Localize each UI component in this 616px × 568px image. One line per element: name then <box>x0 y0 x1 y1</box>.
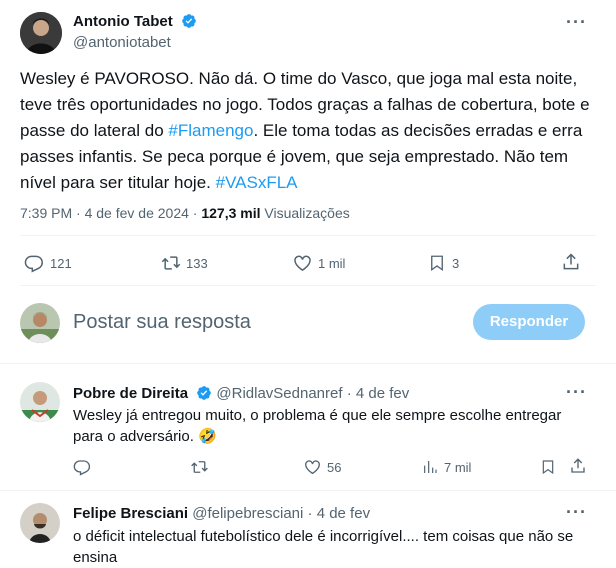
reply-icon[interactable] <box>24 253 44 273</box>
reply-avatar[interactable] <box>20 382 60 422</box>
like-icon[interactable] <box>292 253 313 273</box>
reply-button[interactable]: Responder <box>473 304 585 340</box>
retweet-icon[interactable] <box>190 458 209 476</box>
more-options-icon[interactable]: ··· <box>566 502 587 523</box>
reply-text: Wesley já entregou muito, o problema é q… <box>73 407 562 445</box>
share-icon[interactable] <box>569 457 587 475</box>
reply-author-handle[interactable]: @RidlavSednanref <box>216 385 342 402</box>
divider <box>20 285 596 286</box>
divider <box>20 235 596 236</box>
views-count: 127,3 mil <box>201 205 261 221</box>
divider <box>0 490 616 491</box>
user-avatar[interactable] <box>20 303 60 343</box>
reply-header: Felipe Bresciani @felipebresciani · 4 de… <box>73 505 370 522</box>
verified-badge-icon <box>196 385 212 405</box>
reply-author-handle[interactable]: @felipebresciani <box>192 505 303 522</box>
share-icon[interactable] <box>561 252 581 272</box>
hashtag-flamengo-link[interactable]: #Flamengo <box>168 121 253 140</box>
divider <box>0 363 616 364</box>
reply-avatar[interactable] <box>20 503 60 543</box>
tweet-meta: 7:39 PM · 4 de fev de 2024 · 127,3 mil V… <box>20 205 350 221</box>
reply-text: o déficit intelectual futebolístico dele… <box>73 528 574 566</box>
bookmark-icon[interactable] <box>428 253 446 273</box>
retweet-icon[interactable] <box>160 253 182 273</box>
reply-views-count: 7 mil <box>444 460 472 475</box>
bookmark-icon[interactable] <box>540 458 556 476</box>
reply-date[interactable]: · 4 de fev <box>347 385 410 402</box>
author-name-row[interactable]: Antonio Tabet <box>73 13 197 34</box>
reply-count: 121 <box>50 256 72 271</box>
reply-header: Pobre de Direita @RidlavSednanref · 4 de… <box>73 385 409 405</box>
retweet-count: 133 <box>186 256 208 271</box>
like-count: 1 mil <box>318 256 346 271</box>
bookmark-count: 3 <box>452 256 460 271</box>
more-options-icon[interactable]: ··· <box>566 382 587 403</box>
reply-like-count: 56 <box>327 460 342 475</box>
verified-badge-icon <box>181 13 197 34</box>
reply-composer-input[interactable]: Postar sua resposta <box>73 311 251 334</box>
reply-author-name[interactable]: Felipe Bresciani <box>73 505 188 522</box>
author-name[interactable]: Antonio Tabet <box>73 13 173 30</box>
reply-icon[interactable] <box>73 458 91 476</box>
author-avatar[interactable] <box>20 12 62 54</box>
reply-author-name[interactable]: Pobre de Direita <box>73 385 188 402</box>
tweet-text: Wesley é PAVOROSO. Não dá. O time do Vas… <box>20 66 595 196</box>
like-icon[interactable] <box>303 458 322 476</box>
views-label: Visualizações <box>260 205 350 221</box>
tweet-time[interactable]: 7:39 PM · 4 de fev de 2024 · <box>20 205 201 221</box>
hashtag-vasxfla-link[interactable]: #VASxFLA <box>216 173 298 192</box>
reply-date[interactable]: · 4 de fev <box>308 505 371 522</box>
author-handle[interactable]: @antoniotabet <box>73 34 171 51</box>
more-options-icon[interactable]: ··· <box>566 12 587 33</box>
views-icon[interactable] <box>422 458 438 476</box>
